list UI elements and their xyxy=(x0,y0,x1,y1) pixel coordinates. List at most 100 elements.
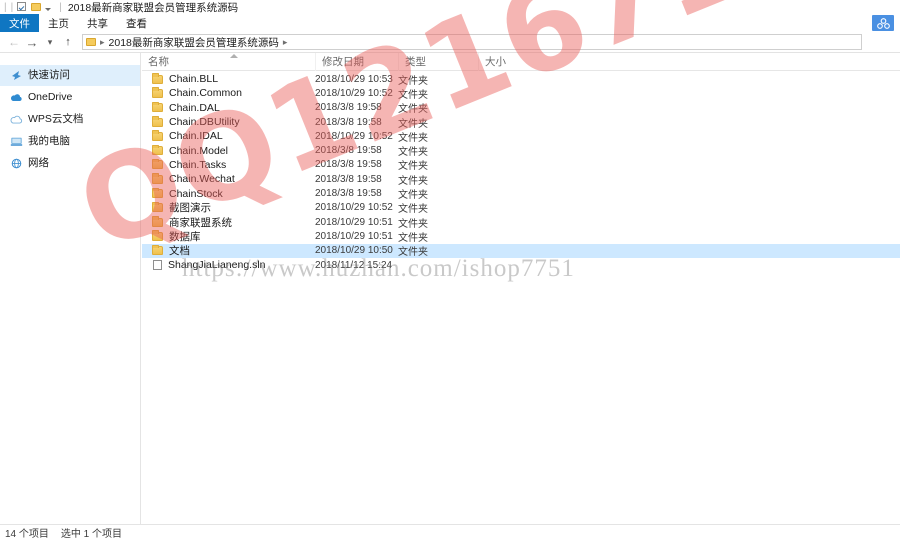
file-name-label: 商家联盟系统 xyxy=(169,216,232,229)
sidebar-item-label: 快速访问 xyxy=(28,69,70,82)
address-input[interactable]: ▸ 2018最新商家联盟会员管理系统源码 ▸ xyxy=(82,34,862,50)
file-name-cell[interactable]: Chain.DAL xyxy=(142,101,315,114)
table-row[interactable]: Chain.BLL 2018/10/29 10:53 文件夹 xyxy=(142,72,900,87)
file-name-label: 数据库 xyxy=(169,230,201,243)
status-bar: 14 个项目 选中 1 个项目 xyxy=(0,524,900,539)
sidebar-item-wps-cloud[interactable]: WPS云文档 xyxy=(0,109,140,130)
folder-icon xyxy=(152,144,163,156)
table-row[interactable]: Chain.IDAL 2018/10/29 10:52 文件夹 xyxy=(142,129,900,144)
file-type-cell: 文件夹 xyxy=(398,118,428,130)
file-name-cell[interactable]: Chain.Wechat xyxy=(142,173,315,185)
window-title: 2018最新商家联盟会员管理系统源码 xyxy=(67,1,239,14)
table-row[interactable]: Chain.Model 2018/3/8 19:58 文件夹 xyxy=(142,143,900,158)
file-name-cell[interactable]: Chain.BLL xyxy=(142,73,315,85)
title-divider: | xyxy=(59,1,62,13)
file-date-cell: 2018/10/29 10:51 xyxy=(315,230,393,242)
file-name-cell[interactable]: 文档 xyxy=(142,243,315,258)
file-type-cell: 文件夹 xyxy=(398,175,428,187)
table-row[interactable]: Chain.DAL 2018/3/8 19:58 文件夹 xyxy=(142,101,900,115)
file-name-cell[interactable]: Chain.IDAL xyxy=(142,130,315,142)
file-type-cell: 文件夹 xyxy=(398,190,428,202)
table-row[interactable]: 数据库 2018/10/29 10:51 文件夹 xyxy=(142,229,900,244)
qat-divider-2: | xyxy=(10,1,14,13)
file-date-cell: 2018/3/8 19:58 xyxy=(315,116,382,128)
column-header-date[interactable]: 修改日期 xyxy=(315,52,398,71)
table-row[interactable]: Chain.DBUtility 2018/3/8 19:58 文件夹 xyxy=(142,115,900,130)
breadcrumb-separator-2[interactable]: ▸ xyxy=(283,37,288,48)
folder-icon xyxy=(152,244,163,256)
file-list[interactable]: Chain.BLL 2018/10/29 10:53 文件夹 Chain.Common… xyxy=(142,72,900,524)
file-date-cell: 2018/10/29 10:52 xyxy=(315,130,393,142)
folder-icon xyxy=(152,216,163,227)
sidebar-item-label: 网络 xyxy=(28,157,49,170)
sidebar-item-label: WPS云文档 xyxy=(28,113,84,126)
file-name-label: 文档 xyxy=(169,245,190,258)
folder-icon[interactable] xyxy=(31,2,42,12)
file-type-cell: 文件夹 xyxy=(398,204,428,216)
column-header-date-label: 修改日期 xyxy=(322,56,364,68)
status-item-count: 14 个项目 xyxy=(5,528,49,539)
column-header-size[interactable]: 大小 xyxy=(478,52,558,71)
file-name-cell[interactable]: Chain.Model xyxy=(142,144,315,157)
sidebar-item-label: OneDrive xyxy=(28,91,73,104)
wps-cloud-icon[interactable] xyxy=(872,15,894,31)
network-icon xyxy=(9,157,23,171)
folder-icon xyxy=(152,130,163,141)
arrow-left-icon[interactable]: ← xyxy=(6,34,22,50)
file-name-label: Chain.DBUtility xyxy=(169,116,240,129)
table-row[interactable]: 截图演示 2018/10/29 10:52 文件夹 xyxy=(142,201,900,215)
ribbon-right-group xyxy=(872,14,900,32)
tab-view[interactable]: 查看 xyxy=(117,14,156,32)
file-name-label: ChainStock xyxy=(169,187,223,200)
breadcrumb-separator: ▸ xyxy=(100,36,105,47)
column-header-name-label: 名称 xyxy=(148,56,169,68)
file-type-cell: 文件夹 xyxy=(398,232,428,244)
file-name-label: Chain.DAL xyxy=(169,101,220,114)
tab-file[interactable]: 文件 xyxy=(0,14,39,32)
file-name-label: 截图演示 xyxy=(169,202,211,215)
column-header-row: 名称 修改日期 类型 大小 xyxy=(142,52,900,71)
file-type-cell: 文件夹 xyxy=(398,104,428,116)
tab-home[interactable]: 主页 xyxy=(39,14,78,32)
file-date-cell: 2018/3/8 19:58 xyxy=(315,159,382,171)
chevron-down-icon[interactable] xyxy=(45,2,55,12)
file-name-cell[interactable]: ShangJiaLianeng.sln xyxy=(142,259,315,271)
file-date-cell: 2018/3/8 19:58 xyxy=(315,145,382,157)
table-row[interactable]: ShangJiaLianeng.sln 2018/11/12 15:24 xyxy=(142,258,900,272)
file-name-cell[interactable]: Chain.Common xyxy=(142,87,315,99)
tab-share[interactable]: 共享 xyxy=(78,14,117,32)
table-row[interactable]: Chain.Common 2018/10/29 10:52 文件夹 xyxy=(142,86,900,101)
computer-icon xyxy=(9,135,23,149)
file-name-cell[interactable]: ChainStock xyxy=(142,187,315,200)
file-name-cell[interactable]: Chain.DBUtility xyxy=(142,116,315,128)
sidebar-item-onedrive[interactable]: OneDrive xyxy=(0,87,140,108)
table-row[interactable]: Chain.Wechat 2018/3/8 19:58 文件夹 xyxy=(142,172,900,187)
file-type-cell: 文件夹 xyxy=(398,247,428,259)
table-row[interactable]: ChainStock 2018/3/8 19:58 文件夹 xyxy=(142,186,900,202)
sidebar-item-my-computer[interactable]: 我的电脑 xyxy=(0,131,140,152)
file-name-cell[interactable]: 截图演示 xyxy=(142,200,315,215)
column-header-type[interactable]: 类型 xyxy=(398,52,478,71)
column-header-name[interactable]: 名称 xyxy=(142,53,315,71)
file-name-label: ShangJiaLianeng.sln xyxy=(168,259,266,271)
file-name-cell[interactable]: Chain.Tasks xyxy=(142,158,315,171)
chevron-down-icon[interactable]: ▾ xyxy=(42,34,58,50)
file-name-cell[interactable]: 商家联盟系统 xyxy=(142,215,315,230)
sidebar-item-quick-access[interactable]: 快速访问 xyxy=(0,65,140,86)
folder-icon xyxy=(152,158,163,170)
breadcrumb-item-root[interactable]: 2018最新商家联盟会员管理系统源码 xyxy=(109,35,279,50)
sidebar-item-network[interactable]: 网络 xyxy=(0,153,140,174)
file-type-cell: 文件夹 xyxy=(398,218,428,230)
arrow-up-icon[interactable]: ↑ xyxy=(60,34,76,50)
table-row[interactable]: 文档 2018/10/29 10:50 文件夹 xyxy=(142,243,900,259)
folder-icon xyxy=(152,87,163,98)
table-row[interactable]: 商家联盟系统 2018/10/29 10:51 文件夹 xyxy=(142,215,900,230)
arrow-right-icon[interactable]: → xyxy=(24,34,40,50)
file-name-label: Chain.Tasks xyxy=(169,158,227,171)
status-selection: 选中 1 个项目 xyxy=(60,528,123,539)
file-date-cell: 2018/10/29 10:50 xyxy=(315,245,393,257)
table-row[interactable]: Chain.Tasks 2018/3/8 19:58 文件夹 xyxy=(142,158,900,172)
file-name-cell[interactable]: 数据库 xyxy=(142,229,315,244)
checkbox-icon[interactable] xyxy=(17,2,27,12)
file-date-cell: 2018/11/12 15:24 xyxy=(315,259,393,271)
